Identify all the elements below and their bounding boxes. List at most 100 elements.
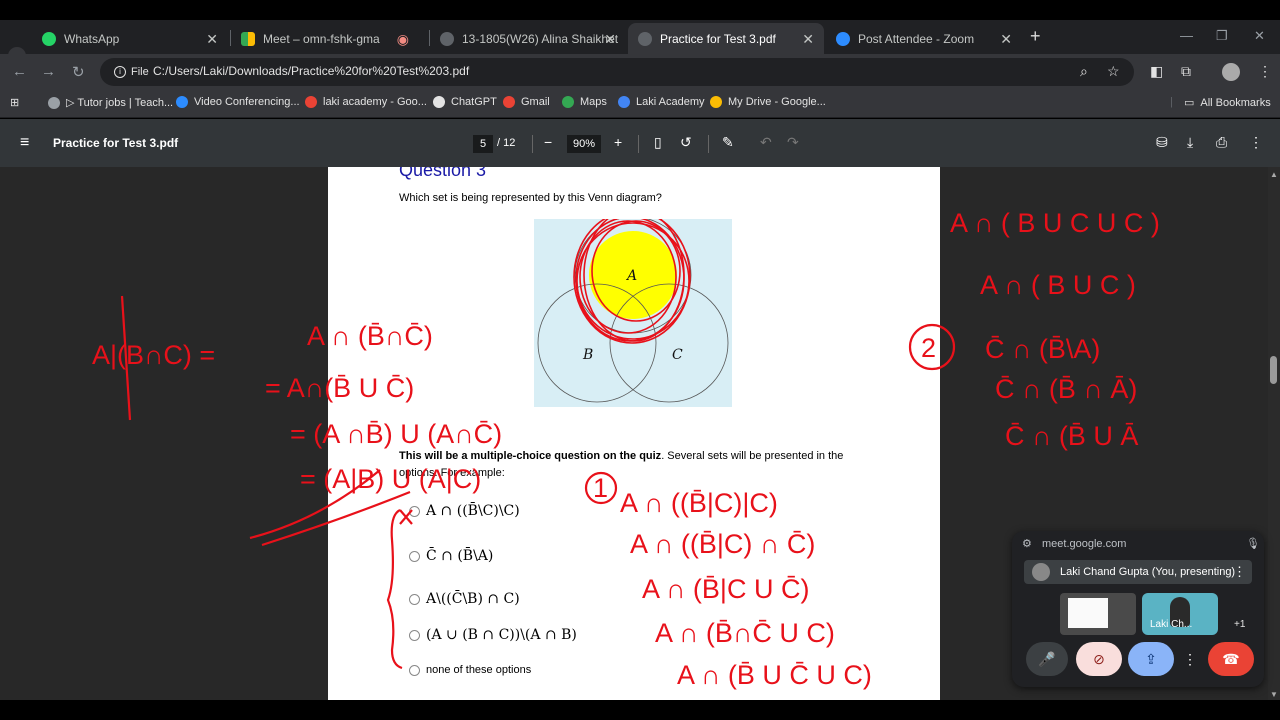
zoom-search-icon[interactable]: ⌕ (1080, 63, 1088, 80)
option-3[interactable]: A\((C̄\B) ∩ C) (409, 591, 520, 607)
fit-page-icon[interactable]: ▯ (654, 134, 662, 151)
option-1[interactable]: A ∩ ((B̄\C)\C) (409, 503, 520, 519)
forward-icon[interactable]: → (41, 63, 56, 80)
rotate-icon[interactable]: ↺ (680, 134, 692, 151)
radio-button[interactable] (409, 505, 420, 517)
microphone-button[interactable]: 🎤 (1026, 642, 1068, 676)
bottom-edge (0, 700, 1280, 720)
camera-off-icon: ⊘ (1093, 650, 1105, 667)
tune-icon[interactable]: ⚙ (1022, 537, 1032, 550)
tutor-icon (48, 96, 60, 109)
redo-icon[interactable]: ↷ (787, 134, 799, 151)
profile-avatar[interactable] (1222, 63, 1240, 81)
screen-share-tile[interactable] (1060, 593, 1136, 635)
camera-off-button[interactable]: ⊘ (1076, 642, 1122, 676)
tab-meet[interactable]: Meet – omn-fshk-gma ◉ (231, 23, 427, 54)
radio-button[interactable] (409, 550, 420, 562)
restore-icon[interactable]: ❐ (1216, 28, 1228, 44)
bookmark-laki-academy[interactable]: Laki Academy (618, 96, 704, 108)
participant-tile[interactable]: Laki Ch... (1142, 593, 1218, 635)
all-bookmarks[interactable]: ▭ All Bookmarks (1184, 96, 1271, 110)
minimize-icon[interactable]: — (1180, 28, 1193, 43)
bookmark-laki-google[interactable]: laki academy - Goo... (305, 96, 427, 108)
google-icon (305, 96, 317, 108)
meet-icon (241, 31, 255, 46)
apps-grid-icon[interactable]: ⊞ (10, 96, 19, 109)
page-number-input[interactable]: 5 (473, 135, 493, 153)
tab-zoom[interactable]: Post Attendee - Zoom ✕ (826, 23, 1022, 54)
save-drive-icon[interactable]: ⛁ (1156, 134, 1168, 151)
radio-button[interactable] (409, 629, 420, 641)
extension-icon[interactable]: ◧ (1150, 63, 1163, 80)
pdf-toolbar: ≡ Practice for Test 3.pdf 5 / 12 − 90% +… (0, 119, 1280, 167)
info-icon: i (114, 66, 126, 78)
pdf-page: Question 3 Which set is being represente… (328, 167, 940, 700)
radio-button[interactable] (409, 593, 420, 605)
more-options-icon[interactable]: ⋮ (1233, 564, 1246, 580)
bookmark-gmail[interactable]: Gmail (503, 96, 550, 108)
tab-pdf[interactable]: Practice for Test 3.pdf ✕ (628, 23, 824, 54)
option-4[interactable]: (A ∪ (B ∩ C))\(A ∩ B) (409, 627, 577, 643)
zoom-input[interactable]: 90% (567, 135, 601, 153)
presenter-chip[interactable]: Laki Chand Gupta (You, presenting) ⋮ (1024, 560, 1252, 584)
browser-toolbar: ← → ↻ i File C:/Users/Laki/Downloads/Pra… (0, 54, 1280, 90)
bookmark-tutor[interactable]: ▷ Tutor jobs | Teach... (48, 96, 173, 109)
scrollbar[interactable] (1268, 167, 1280, 700)
scroll-thumb[interactable] (1270, 356, 1277, 384)
close-icon[interactable]: ✕ (206, 31, 218, 48)
bookmark-maps[interactable]: Maps (562, 96, 607, 108)
new-tab-button[interactable]: + (1030, 26, 1041, 47)
option-2[interactable]: C̄ ∩ (B̄\A) (409, 548, 493, 564)
zoom-out-icon[interactable]: − (544, 134, 552, 150)
site-info-chip[interactable]: i File (108, 63, 155, 81)
page-total: / 12 (497, 137, 516, 149)
pdf-more-icon[interactable]: ⋮ (1249, 134, 1263, 151)
close-icon[interactable]: ✕ (604, 31, 616, 48)
browser-menu-icon[interactable]: ⋮ (1258, 63, 1272, 80)
meet-url: meet.google.com (1042, 538, 1127, 550)
present-icon: ⇪ (1145, 650, 1157, 667)
window-close-icon[interactable]: ✕ (1254, 28, 1265, 44)
mic-small-icon: 🎙 (1246, 538, 1260, 550)
folder-icon: ▭ (1184, 97, 1195, 109)
zoom-in-icon[interactable]: + (614, 134, 622, 150)
back-icon[interactable]: ← (12, 63, 27, 80)
undo-icon[interactable]: ↶ (760, 134, 772, 151)
tab-alina[interactable]: 13-1805(W26) Alina Shaikhet ✕ (430, 23, 626, 54)
hamburger-menu-icon[interactable]: ≡ (20, 134, 29, 152)
reload-icon[interactable]: ↻ (72, 63, 85, 81)
drive-icon (710, 96, 722, 108)
question-text: Which set is being represented by this V… (399, 192, 662, 204)
close-icon[interactable]: ✕ (802, 31, 814, 48)
mic-icon: 🎤 (1038, 650, 1056, 667)
bookmark-drive[interactable]: My Drive - Google... (710, 96, 826, 108)
meet-more-button[interactable]: ⋮ (1182, 642, 1198, 676)
more-vert-icon: ⋮ (1183, 650, 1197, 667)
option-5[interactable]: none of these options (409, 664, 531, 676)
zoom-icon (176, 96, 188, 108)
gmail-icon (503, 96, 515, 108)
mcq-instructions: This will be a multiple-choice question … (399, 450, 844, 479)
url-text[interactable]: C:/Users/Laki/Downloads/Practice%20for%2… (153, 64, 469, 78)
meet-pip-panel[interactable]: ⚙ meet.google.com 🎙 Laki Chand Gupta (Yo… (1012, 531, 1264, 687)
bookmark-star-icon[interactable]: ☆ (1107, 63, 1120, 80)
extensions-puzzle-icon[interactable]: ⧉ (1181, 63, 1191, 80)
leave-call-button[interactable]: ☎ (1208, 642, 1254, 676)
tab-whatsapp[interactable]: WhatsApp ✕ (32, 23, 228, 54)
annotate-icon[interactable]: ✎ (722, 134, 734, 151)
scroll-up-icon[interactable]: ▲ (1270, 170, 1278, 179)
present-button[interactable]: ⇪ (1128, 642, 1174, 676)
scroll-down-icon[interactable]: ▼ (1270, 690, 1278, 699)
maps-icon (562, 96, 574, 108)
address-bar[interactable]: i File C:/Users/Laki/Downloads/Practice%… (100, 58, 1134, 86)
venn-diagram: A B C (534, 219, 732, 407)
close-icon[interactable]: ✕ (1000, 31, 1012, 48)
more-participants[interactable]: +1 (1234, 619, 1245, 630)
bookmark-chatgpt[interactable]: ChatGPT (433, 96, 497, 108)
download-icon[interactable]: ⤓ (1187, 134, 1193, 151)
bookmark-zoom[interactable]: Video Conferencing... (176, 96, 300, 108)
laki-icon (618, 96, 630, 108)
print-icon[interactable]: ⎙ (1216, 134, 1227, 151)
whatsapp-icon (42, 31, 56, 46)
radio-button[interactable] (409, 664, 420, 676)
